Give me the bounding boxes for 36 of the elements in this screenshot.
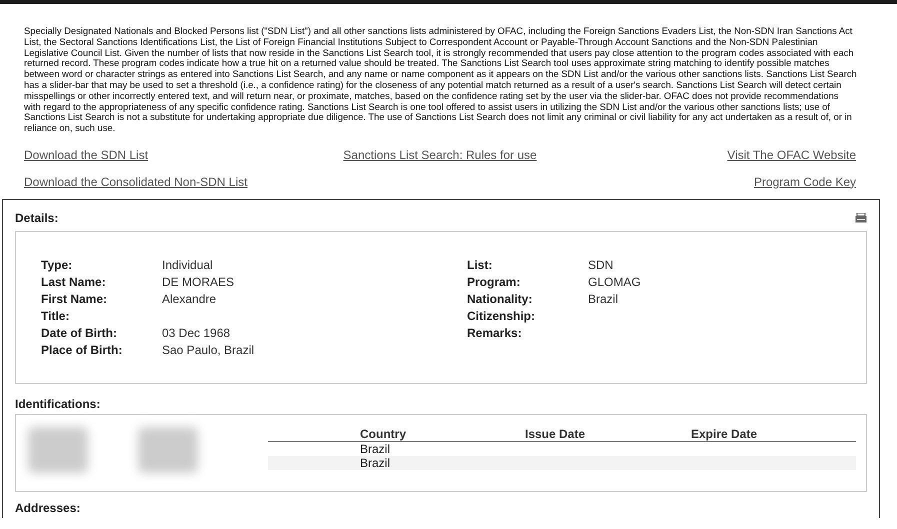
field-label: Place of Birth:	[41, 342, 124, 356]
link[interactable]: Sanctions List Search: Rules for use	[343, 148, 537, 162]
field-value: 03 Dec 1968	[162, 326, 232, 340]
column-header: Issue Date	[525, 427, 586, 441]
print-icon[interactable]	[855, 213, 867, 223]
field-label: First Name:	[41, 292, 108, 306]
section-heading: Identifications:	[15, 397, 100, 411]
field-label: Program:	[467, 274, 522, 288]
table-cell-text: Brazil	[360, 456, 392, 470]
field-value: SDN	[588, 258, 614, 272]
field-value: DE MORAES	[162, 274, 236, 288]
field-label: Title:	[41, 308, 70, 322]
column-header: Country	[360, 427, 407, 441]
field-value: Brazil	[588, 292, 620, 306]
link[interactable]: Program Code Key	[754, 174, 856, 188]
table-cell-text: Brazil	[360, 442, 392, 456]
section-heading: Addresses:	[15, 501, 80, 515]
redacted-area	[28, 427, 88, 473]
field-label: Remarks:	[467, 326, 523, 340]
field-value: GLOMAG	[588, 274, 642, 288]
field-label: Citizenship:	[467, 308, 536, 322]
section-heading: Details:	[15, 211, 58, 225]
field-value: Alexandre	[162, 292, 218, 306]
redacted-area	[138, 427, 198, 473]
link[interactable]: Visit The OFAC Website	[727, 148, 856, 162]
field-value: Individual	[162, 258, 214, 272]
disclaimer-text: Specially Designated Nationals and Blocked Persons list ("SDN List") and all other sanctions lists administered by OFAC, including the Foreign Sanctions Evaders List, the Non-SDN Iran Sanctions Act List, the Sectoral Sanctions Identifications List, the List of Foreign Financial Institutions Subject to Correspondent Account or Payable-Through Account Sanctions and the Non-SDN Palestinian Legislative Council List. Given the number of lists that now reside in the Sanctions List Search tool, it is strongly recommended that users pay close attention to the program codes associated with each returned record. These program codes indicate how a true hit on a returned value should be treated. The Sanctions List Search tool uses approximate string matching to identify possible matches between word or character strings as entered into Sanctions List Search, and any name or name component as it appears on the SDN List and/or the various other sanctions lists. Sanctions List Search has a slider-bar that may be used to set a threshold (i.e., a confidence rating) for the closeness of any potential match returned as a result of a user's search. Sanctions List Search will detect certain misspellings or other incorrectly entered text, and will return near, or proximate, matches, based on the confidence rating set by the user via the slider-bar. OFAC does not provide recommendations with regard to the appropriateness of any specific confidence rating. Sanctions List Search is one tool offered to assist users in utilizing the SDN List and/or the various other sanctions lists; use of Sanctions List Search is not a substitute for undertaking appropriate due diligence. The use of Sanctions List Search does not limit any criminal or civil liability for any act undertaken as a result of, or in reliance on, such use.	[24, 26, 857, 136]
field-label: Type:	[41, 258, 74, 272]
column-header: Expire Date	[691, 427, 758, 441]
field-label: List:	[467, 258, 494, 272]
field-value: Sao Paulo, Brazil	[162, 342, 256, 356]
field-label: Last Name:	[41, 274, 107, 288]
field-label: Nationality:	[467, 292, 534, 306]
field-label: Date of Birth:	[41, 326, 118, 340]
link[interactable]: Download the Consolidated Non-SDN List	[24, 174, 248, 188]
link[interactable]: Download the SDN List	[24, 148, 148, 162]
